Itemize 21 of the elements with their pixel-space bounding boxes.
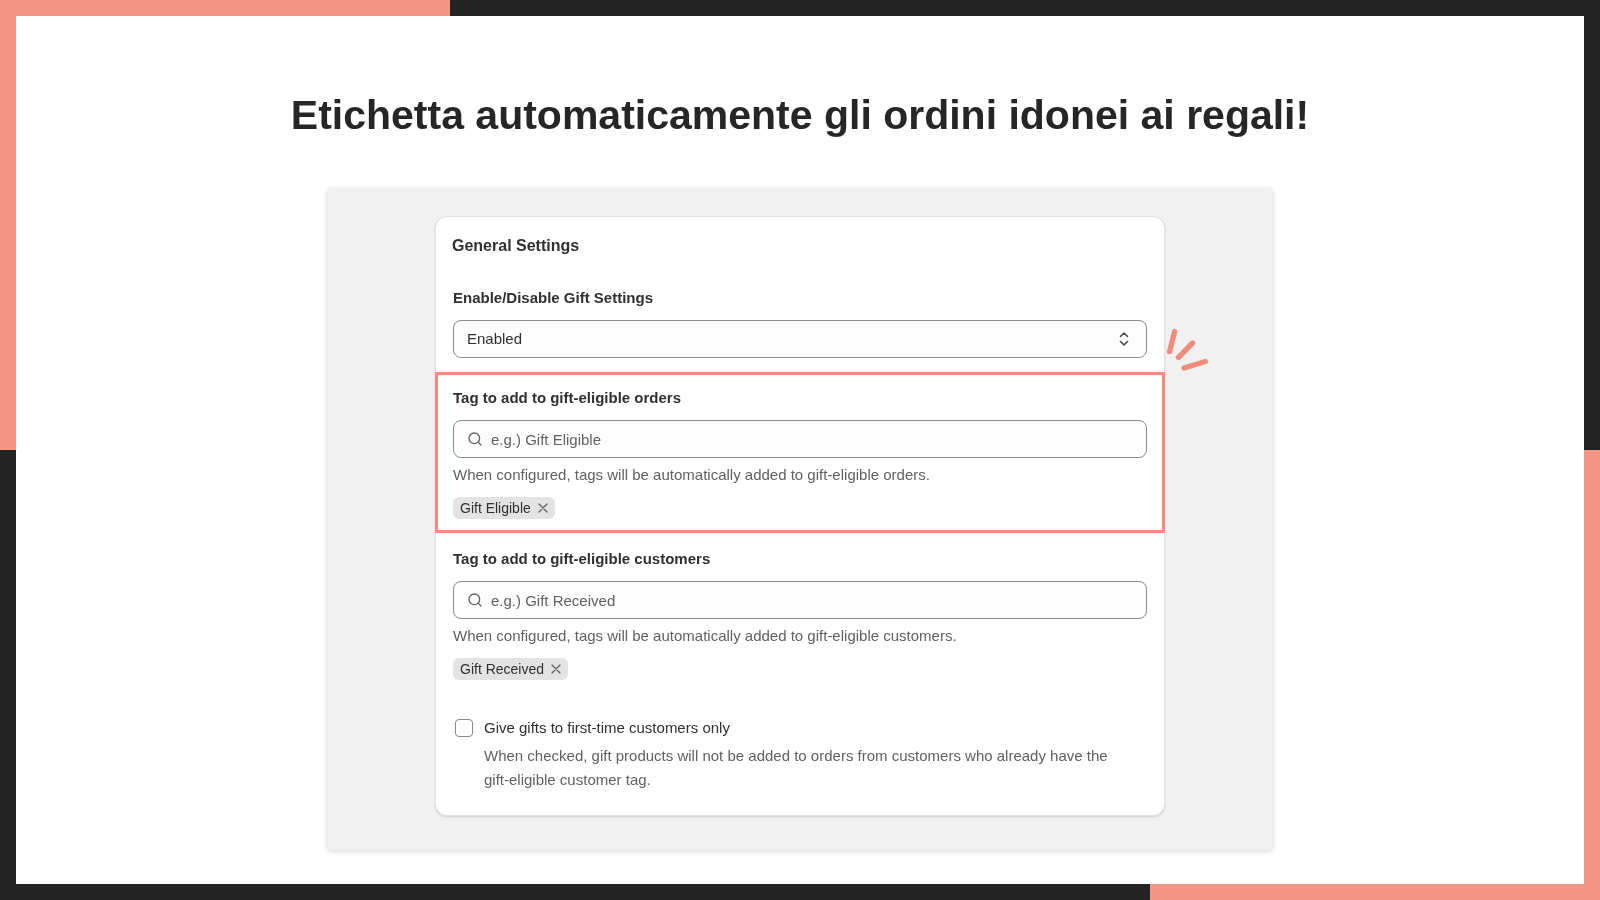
- checkbox[interactable]: [455, 719, 473, 737]
- select-field[interactable]: Enabled: [453, 320, 1147, 358]
- checkbox-label[interactable]: Give gifts to first-time customers only: [484, 718, 730, 738]
- tag-input-field[interactable]: e.g.) Gift Eligible: [453, 420, 1147, 458]
- headline: Etichetta automaticamente gli ordini idonei ai regali!: [290, 91, 1310, 140]
- tag-input-field[interactable]: e.g.) Gift Received: [453, 581, 1147, 619]
- field-label: Tag to add to gift-eligible orders: [453, 388, 683, 408]
- search-icon: [467, 431, 483, 447]
- card-title: General Settings: [451, 236, 581, 256]
- field-label: Enable/Disable Gift Settings: [453, 288, 655, 308]
- chevron-up-down-icon: [1119, 331, 1129, 347]
- field-label: Tag to add to gift-eligible customers: [453, 549, 712, 569]
- tag-label: Gift Eligible: [460, 499, 531, 517]
- tag-label: Gift Received: [460, 660, 545, 678]
- search-icon: [467, 592, 483, 608]
- help-text: When configured, tags will be automatically added to gift-eligible orders.: [453, 465, 931, 485]
- help-text: When configured, tags will be automatically added to gift-eligible customers.: [453, 626, 958, 646]
- help-text: When checked, gift products will not be added to orders from customers who already have the gift-eligible customer tag.: [484, 746, 1109, 790]
- close-icon[interactable]: [537, 503, 548, 513]
- sparkle-icon: [1166, 328, 1210, 371]
- close-icon[interactable]: [551, 664, 562, 674]
